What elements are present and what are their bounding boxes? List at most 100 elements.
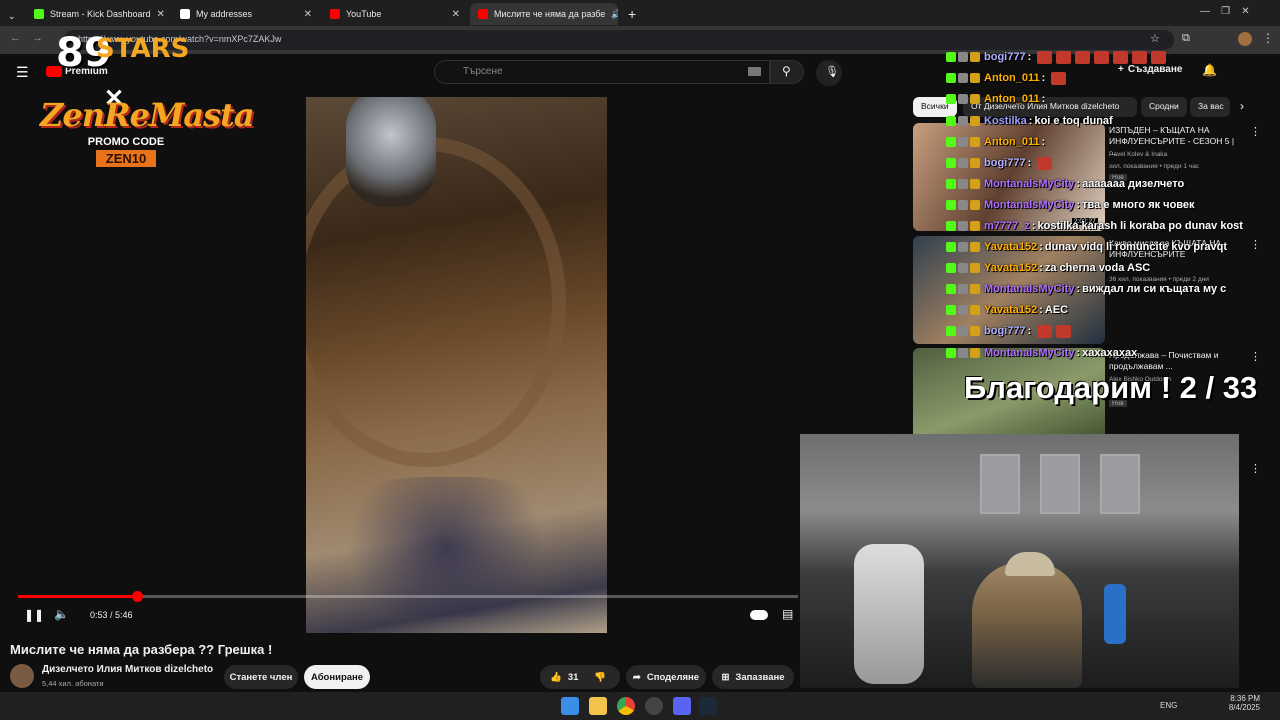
- chat-message: m7777_z : kostilka karash li koraba po d…: [946, 217, 1243, 235]
- address-icon: [180, 9, 190, 19]
- close-icon[interactable]: ✕: [157, 9, 165, 20]
- forward-icon[interactable]: →: [32, 32, 43, 44]
- video-frame[interactable]: [306, 97, 607, 633]
- window-controls[interactable]: — ❐ ✕: [1200, 6, 1250, 17]
- gaming-chair: [854, 544, 924, 684]
- tier-badge-icon: [970, 242, 980, 252]
- tab-kick-dashboard[interactable]: Stream - Kick Dashboard ✕: [26, 3, 170, 25]
- chat-separator: :: [1041, 72, 1046, 84]
- chevron-right-icon[interactable]: ›: [1240, 99, 1244, 113]
- video-content: [346, 97, 436, 207]
- sub-badge-icon: [958, 179, 968, 189]
- tab-title: YouTube: [346, 9, 382, 19]
- windows-start-icon[interactable]: [561, 697, 579, 715]
- discord-icon[interactable]: [673, 697, 691, 715]
- system-clock[interactable]: 8:36 PM 8/4/2025: [1229, 694, 1260, 712]
- obs-icon[interactable]: [645, 697, 663, 715]
- keyboard-icon[interactable]: [748, 67, 761, 76]
- tab-my-addresses[interactable]: My addresses ✕: [172, 3, 320, 25]
- bookmark-star-icon[interactable]: ☆: [1150, 32, 1160, 45]
- tier-badge-icon: [970, 326, 980, 336]
- webcam-feed: [800, 434, 1239, 688]
- chrome-icon[interactable]: [617, 697, 635, 715]
- windows-taskbar: [0, 692, 1280, 720]
- tier-badge-icon: [970, 179, 980, 189]
- speaker-icon[interactable]: 🔊: [611, 9, 618, 20]
- channel-avatar[interactable]: [10, 664, 34, 688]
- more-options-icon[interactable]: ⋮: [1250, 350, 1261, 363]
- chat-separator: :: [1076, 178, 1081, 190]
- back-icon[interactable]: ←: [10, 32, 21, 44]
- tier-badge-icon: [970, 200, 980, 210]
- chat-separator: :: [1027, 51, 1032, 63]
- tier-badge-icon: [970, 73, 980, 83]
- hamburger-menu-icon[interactable]: ☰: [16, 64, 29, 81]
- url-field[interactable]: https://www.youtube.com/watch?v=nmXPc7ZA…: [64, 30, 1174, 50]
- tier-badge-icon: [970, 263, 980, 273]
- sub-badge-icon: [958, 73, 968, 83]
- notifications-bell-icon[interactable]: 🔔: [1202, 63, 1217, 77]
- tier-badge-icon: [970, 94, 980, 104]
- file-explorer-icon[interactable]: [589, 697, 607, 715]
- garage-door: [980, 454, 1020, 514]
- profile-avatar[interactable]: [1238, 32, 1252, 46]
- chat-message: Yavata152 : AEC: [946, 301, 1068, 319]
- search-input[interactable]: Търсене: [434, 60, 770, 84]
- zenremasta-logo: ZenReMasta PROMO CODE ZEN10: [40, 96, 255, 206]
- chat-message: Anton_011 :: [946, 69, 1067, 87]
- chat-text: kostilka karash li koraba po dunav kost: [1037, 220, 1243, 232]
- garage-door: [1040, 454, 1080, 514]
- extensions-icon[interactable]: ⧉: [1182, 32, 1190, 45]
- share-button[interactable]: ➦ Споделяне: [626, 665, 706, 689]
- promo-code: ZEN10: [95, 150, 157, 167]
- kick-badge-icon: [946, 73, 956, 83]
- sub-badge-icon: [958, 284, 968, 294]
- close-icon[interactable]: ✕: [304, 9, 312, 20]
- autoplay-toggle[interactable]: [750, 610, 768, 620]
- share-label: Споделяне: [646, 671, 700, 683]
- more-options-icon[interactable]: ⋮: [1250, 125, 1261, 138]
- tab-search-menu[interactable]: ⌄: [0, 5, 24, 27]
- voice-search-button[interactable]: 🎙: [816, 60, 842, 86]
- tier-badge-icon: [970, 221, 980, 231]
- kick-badge-icon: [946, 284, 956, 294]
- volume-icon[interactable]: 🔈: [54, 607, 69, 621]
- chat-username: MontanalsMyCity: [984, 347, 1075, 359]
- more-options-icon[interactable]: ⋮: [1250, 238, 1261, 251]
- steam-icon[interactable]: [699, 697, 717, 715]
- emote-icon: [1151, 50, 1167, 64]
- close-icon[interactable]: ✕: [452, 9, 460, 20]
- tab-youtube[interactable]: YouTube ✕: [322, 3, 468, 25]
- chip-for-you[interactable]: За вас: [1190, 97, 1230, 117]
- thumbs-up-icon: 👍: [550, 671, 562, 683]
- kick-badge-icon: [946, 200, 956, 210]
- tier-badge-icon: [970, 116, 980, 126]
- chat-text: koi e toq dunaf: [1034, 115, 1113, 127]
- emote-icon: [1113, 50, 1129, 64]
- like-button[interactable]: 👍 31 👎: [540, 665, 620, 689]
- thumbs-down-icon[interactable]: 👎: [594, 672, 606, 683]
- search-button[interactable]: ⚲: [770, 60, 804, 84]
- language-indicator[interactable]: ENG: [1160, 701, 1177, 710]
- promo-label: PROMO CODE: [87, 136, 165, 148]
- channel-name[interactable]: Дизелчето Илия Митков dizelcheto: [42, 664, 213, 675]
- microphone-icon: 🎙: [825, 66, 839, 78]
- sub-badge-icon: [958, 326, 968, 336]
- more-options-icon[interactable]: ⋮: [1250, 462, 1261, 475]
- kick-badge-icon: [946, 158, 956, 168]
- chat-separator: :: [1039, 262, 1043, 274]
- tab-current-video[interactable]: Мислите че няма да разбе 🔊 ✕: [470, 3, 618, 25]
- menu-icon[interactable]: ⋮: [1262, 31, 1274, 45]
- subtitles-icon[interactable]: ▤: [782, 607, 793, 621]
- chat-text: виждал ли си къщата му с: [1082, 283, 1227, 295]
- water-bottle: [1104, 584, 1126, 644]
- subscribe-button[interactable]: Абониране: [304, 665, 370, 689]
- chip-related[interactable]: Сродни: [1141, 97, 1187, 117]
- join-button[interactable]: Станете член: [224, 665, 298, 689]
- new-tab-button[interactable]: +: [620, 3, 640, 25]
- chat-text: dunav vidq li romuncite kvo pravqt: [1044, 241, 1228, 253]
- garage-door: [1100, 454, 1140, 514]
- save-button[interactable]: ⊞ Запазване: [712, 665, 794, 689]
- save-label: Запазване: [735, 671, 785, 683]
- pause-icon[interactable]: ❚❚: [24, 608, 44, 622]
